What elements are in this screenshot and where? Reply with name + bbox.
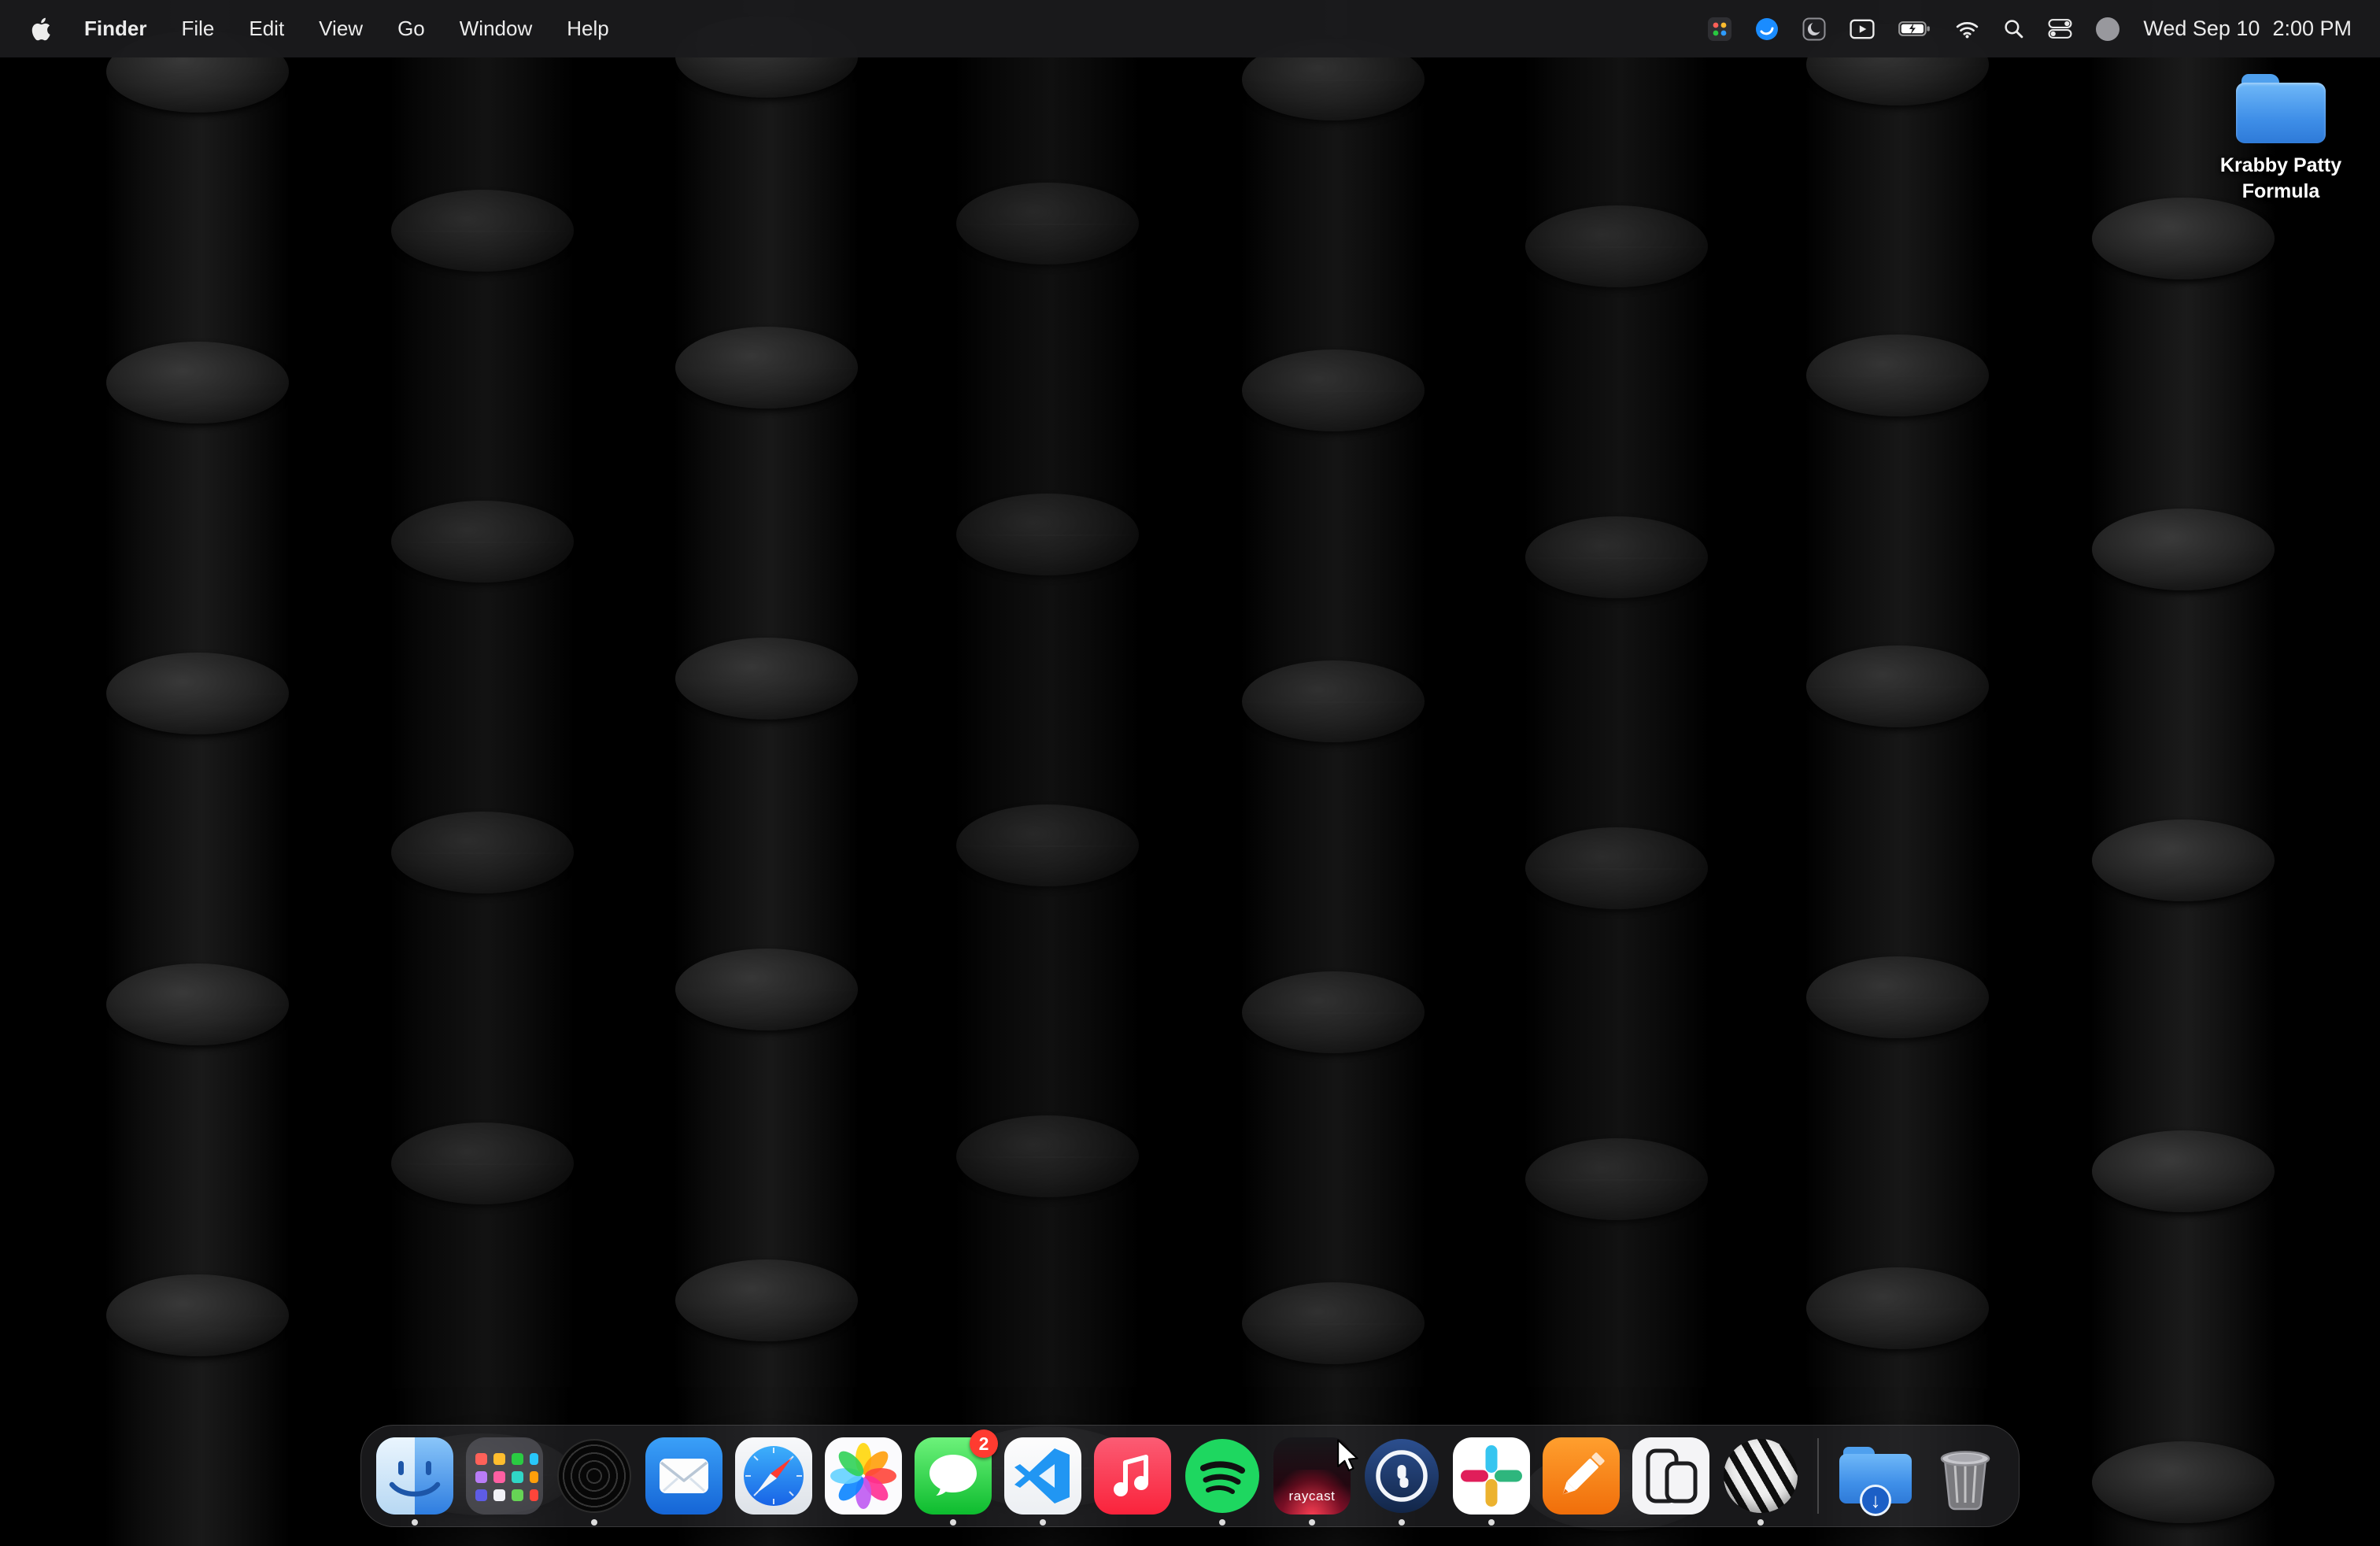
menubar-app-moon-icon[interactable] — [1802, 17, 1826, 41]
menu-help[interactable]: Help — [549, 17, 626, 41]
dock-icon-pencil-app[interactable] — [1540, 1435, 1622, 1517]
spotlight-icon[interactable] — [2003, 18, 2024, 39]
dock-icon-iphone-mirroring[interactable] — [1630, 1435, 1712, 1517]
menubar-app-blue-icon[interactable] — [1755, 17, 1779, 41]
control-center-icon[interactable] — [2048, 18, 2072, 39]
menu-view[interactable]: View — [301, 17, 380, 41]
apple-menu-icon[interactable] — [22, 17, 67, 42]
menu-bar-clock[interactable]: Wed Sep 10 2:00 PM — [2143, 17, 2352, 41]
dock-icon-photos[interactable] — [822, 1435, 904, 1517]
folder-icon — [2236, 74, 2326, 143]
dock-icon-concentric-circles[interactable] — [553, 1435, 635, 1517]
battery-icon[interactable] — [1898, 20, 1931, 38]
menu-go[interactable]: Go — [380, 17, 442, 41]
dock-icon-slack[interactable] — [1451, 1435, 1532, 1517]
dock-icon-vscode[interactable] — [1002, 1435, 1084, 1517]
dock-icon-music[interactable] — [1092, 1435, 1173, 1517]
menu-window[interactable]: Window — [442, 17, 549, 41]
dock-icon-finder[interactable] — [374, 1435, 456, 1517]
dock-icon-mail[interactable] — [643, 1435, 725, 1517]
folder-label: Krabby Patty Formula — [2196, 153, 2366, 205]
user-circle-icon[interactable] — [2096, 17, 2119, 41]
menu-bar-left: Finder File Edit View Go Window Help — [22, 17, 626, 42]
dock-icon-messages[interactable]: 2 — [912, 1435, 994, 1517]
desktop-wallpaper — [0, 0, 2380, 1546]
wifi-icon[interactable] — [1955, 20, 1979, 39]
dock-icon-spotify[interactable] — [1181, 1435, 1263, 1517]
menu-bar-status: Wed Sep 10 2:00 PM — [1708, 17, 2358, 41]
dock-separator — [1817, 1438, 1819, 1514]
clock-date: Wed Sep 10 — [2143, 17, 2260, 41]
active-app-menu[interactable]: Finder — [67, 17, 164, 41]
menu-bar: Finder File Edit View Go Window Help — [0, 0, 2380, 57]
menu-file[interactable]: File — [164, 17, 231, 41]
menubar-app-grid-icon[interactable] — [1708, 17, 1731, 41]
raycast-label: raycast — [1273, 1489, 1351, 1504]
menu-edit[interactable]: Edit — [231, 17, 301, 41]
dock: 2 — [360, 1425, 2020, 1527]
dock-icon-raycast[interactable]: raycast — [1271, 1435, 1353, 1517]
dock-icon-1password[interactable] — [1361, 1435, 1443, 1517]
dock-icon-striped-ball[interactable] — [1720, 1435, 1802, 1517]
desktop-folder-krabby-patty[interactable]: Krabby Patty Formula — [2196, 74, 2366, 205]
now-playing-icon[interactable] — [1850, 19, 1875, 39]
clock-time: 2:00 PM — [2272, 17, 2352, 41]
dock-icon-safari[interactable] — [733, 1435, 815, 1517]
desktop-screen: Finder File Edit View Go Window Help — [0, 0, 2380, 1546]
dock-icon-trash[interactable] — [1924, 1435, 2006, 1517]
messages-badge: 2 — [970, 1429, 998, 1458]
dock-icon-downloads[interactable]: ↓ — [1835, 1435, 1916, 1517]
download-arrow-icon: ↓ — [1860, 1485, 1891, 1516]
dock-icon-launchpad[interactable] — [464, 1435, 545, 1517]
